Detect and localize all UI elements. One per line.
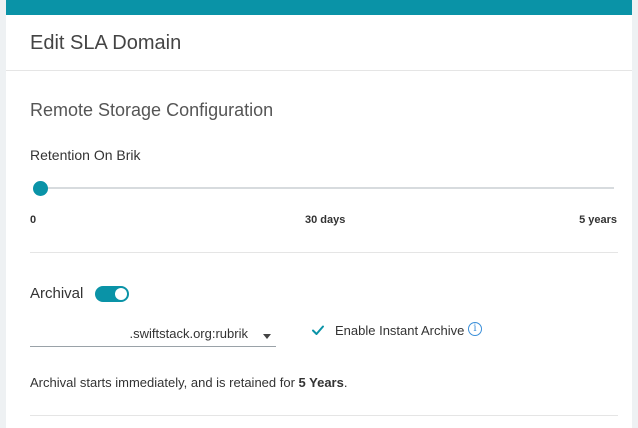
info-icon[interactable]: i (468, 322, 482, 336)
archival-description-suffix: . (343, 375, 348, 390)
archival-location-select[interactable]: .swiftstack.org:rubrik (30, 321, 276, 347)
archival-toggle[interactable] (95, 286, 129, 302)
right-border (632, 0, 638, 428)
archival-retention-value: 5 Years (298, 375, 344, 390)
archival-description-prefix: Archival starts immediately, and is reta… (30, 375, 299, 390)
slider-tick-min: 0 (30, 214, 37, 226)
section-divider (30, 415, 618, 416)
retention-slider-thumb[interactable] (32, 181, 48, 196)
caret-down-icon (263, 334, 271, 339)
section-divider (30, 252, 618, 253)
archival-description: Archival starts immediately, and is reta… (30, 375, 347, 390)
toggle-knob (115, 288, 127, 300)
instant-archive-label[interactable]: Enable Instant Archive (335, 323, 464, 338)
retention-label: Retention On Brik (30, 147, 141, 163)
section-title: Remote Storage Configuration (30, 100, 274, 120)
modal-header: Edit SLA Domain (6, 15, 632, 71)
top-accent-bar (0, 0, 632, 15)
archival-label: Archival (30, 285, 84, 302)
slider-tick-mid: 30 days (305, 214, 346, 226)
retention-slider-track[interactable] (38, 187, 614, 189)
archival-location-value: .swiftstack.org:rubrik (129, 326, 248, 341)
slider-tick-max: 5 years (579, 214, 617, 226)
modal-title: Edit SLA Domain (30, 32, 182, 54)
checkmark-icon[interactable] (311, 323, 325, 337)
